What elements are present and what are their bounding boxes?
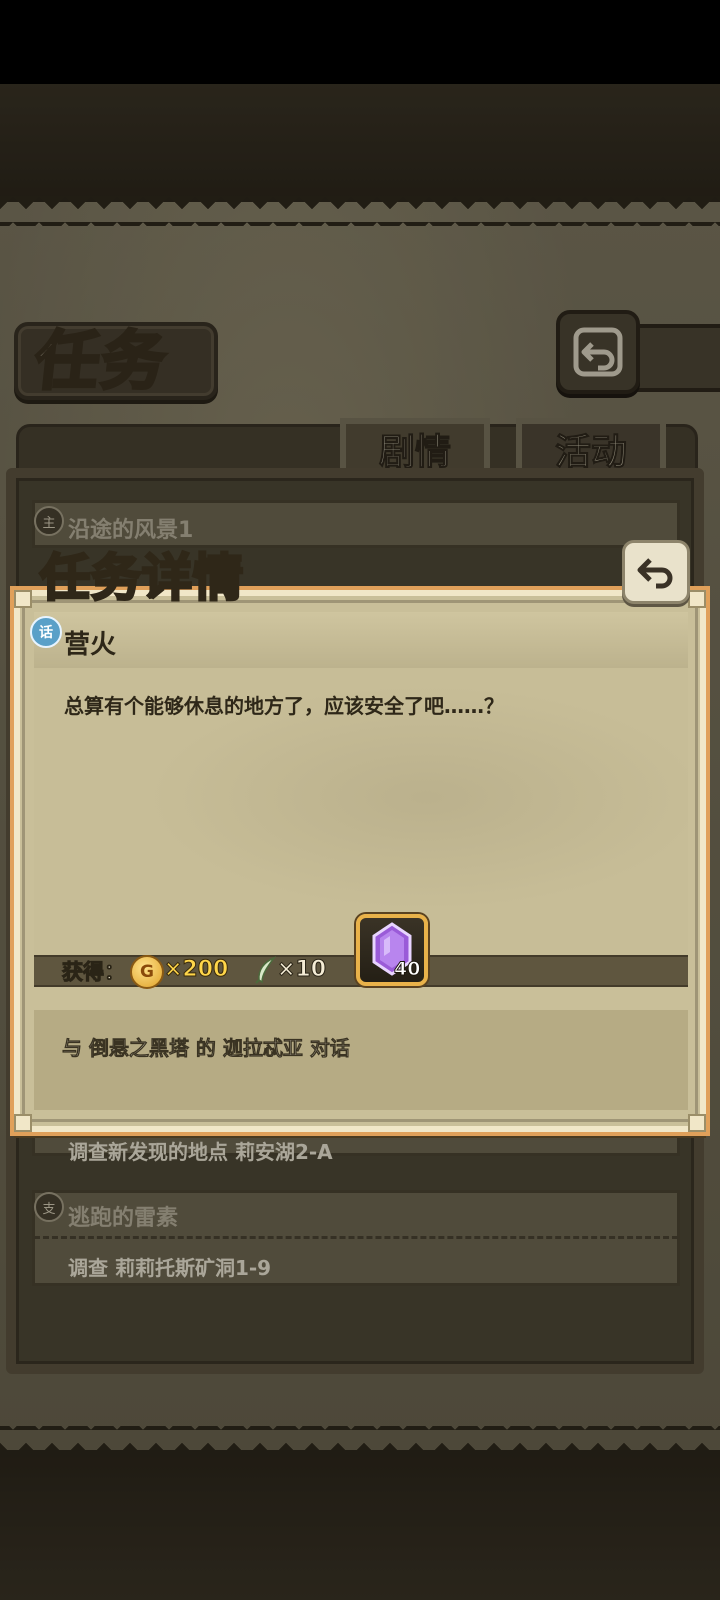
quest-header-bar: [34, 612, 688, 671]
status-bar: [0, 0, 720, 84]
quest-objective: 与 倒悬之黑塔 的 迦拉忒亚 对话: [62, 1036, 350, 1061]
modal-corner: [688, 1114, 706, 1132]
modal-corner: [14, 1114, 32, 1132]
exp-amount: ×10: [276, 957, 327, 983]
quest-description: 总算有个能够休息的地方了，应该安全了吧……？: [64, 694, 504, 718]
modal-title: 任务详情: [39, 548, 245, 609]
quest-dialog-badge: 话: [30, 616, 62, 648]
modal-corner: [688, 590, 706, 608]
gold-amount: ×200: [163, 957, 229, 983]
modal-corner: [14, 590, 32, 608]
gold-coin-icon: G: [130, 955, 164, 989]
quest-name: 营火: [64, 630, 117, 660]
reward-label: 获得：: [62, 960, 126, 985]
modal-close-button[interactable]: [622, 540, 690, 604]
gem-count: 40: [393, 958, 421, 981]
feather-exp-icon: [255, 956, 277, 984]
return-arrow-icon: [637, 558, 673, 589]
